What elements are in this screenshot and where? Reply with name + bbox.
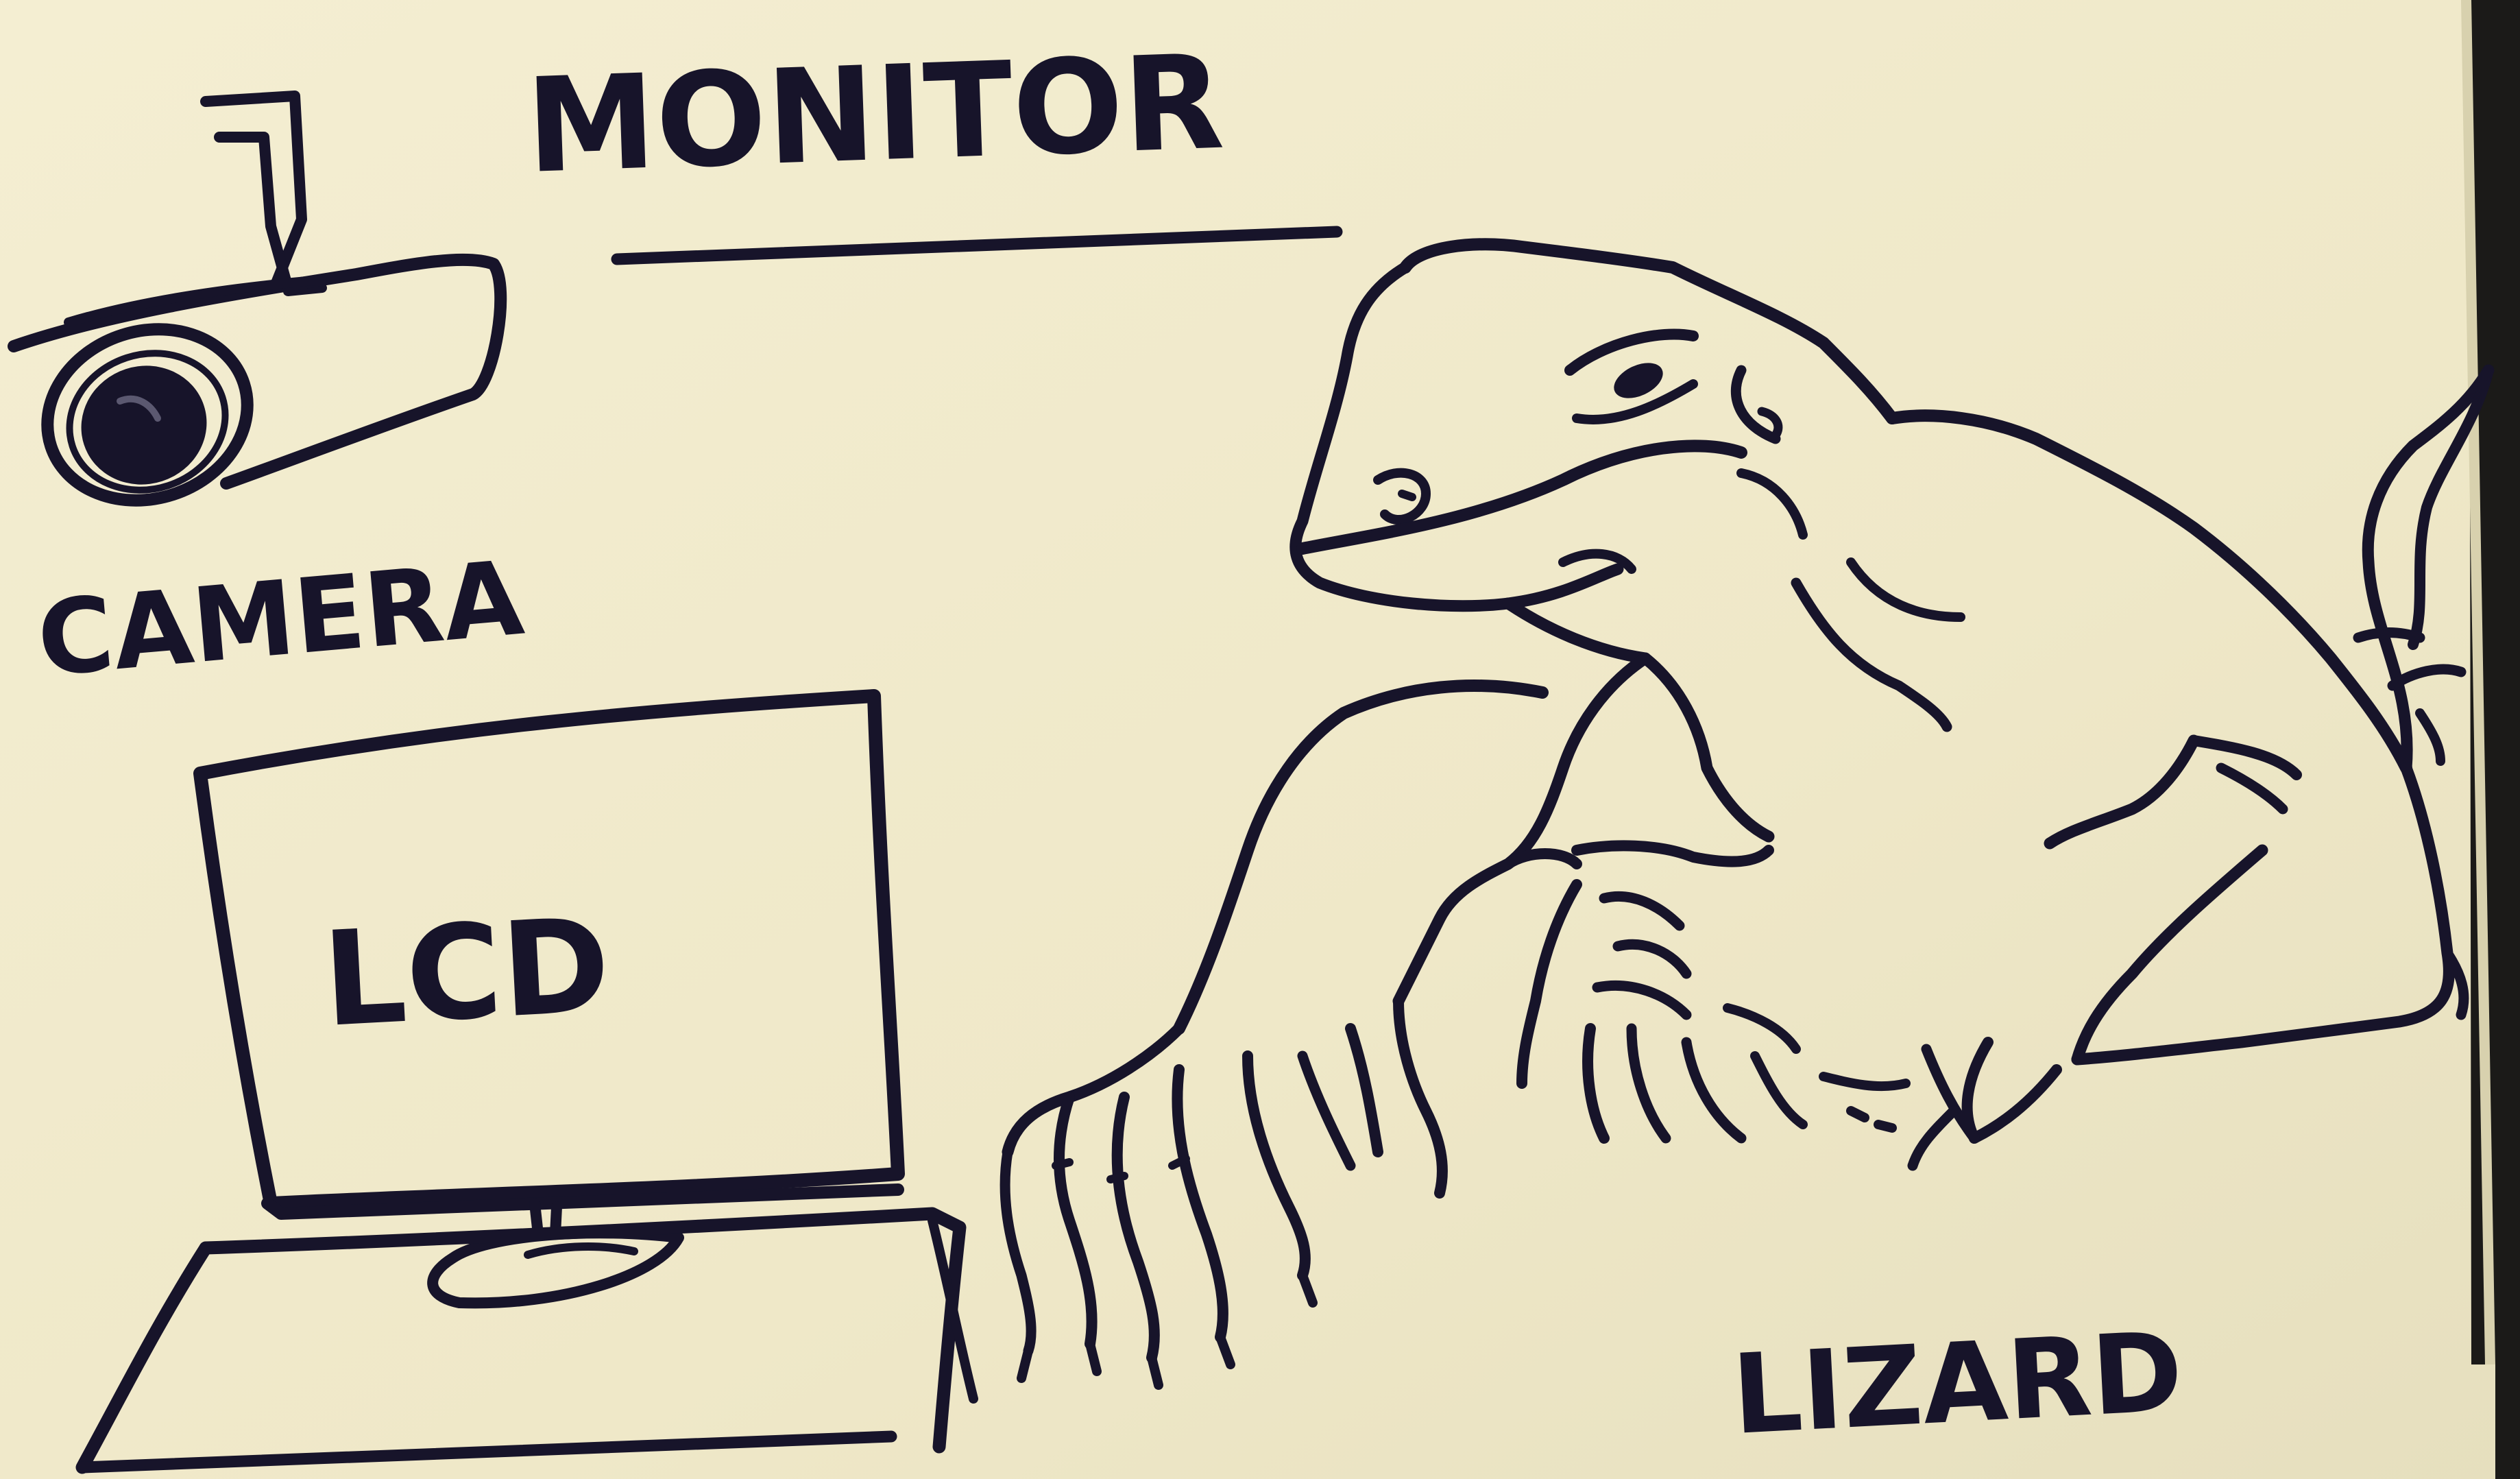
lcd-screen-label: LCD [319, 889, 614, 1056]
sketch-photo: MONITOR CAMERA LCD LIZARD [0, 0, 2520, 1479]
lizard-label: LIZARD [1729, 1308, 2185, 1459]
title-label: MONITOR [524, 27, 1226, 202]
sketch-canvas: MONITOR CAMERA LCD LIZARD [0, 0, 2520, 1479]
